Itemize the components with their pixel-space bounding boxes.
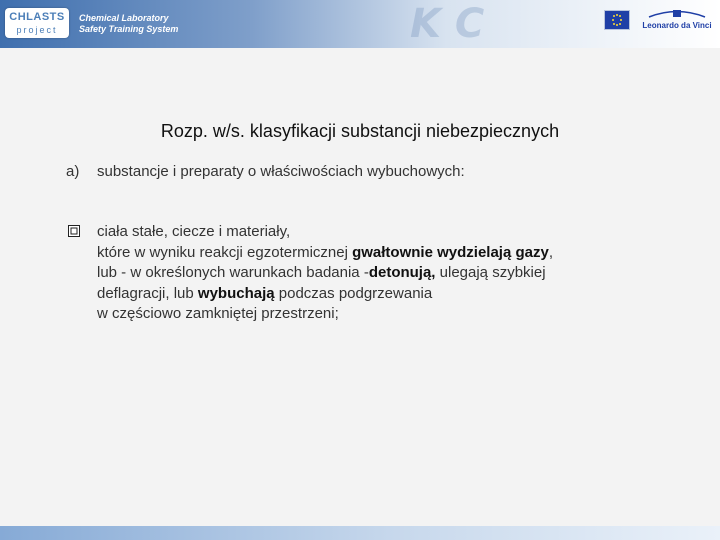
leonardo-da-vinci-logo: Leonardo da Vinci: [640, 6, 714, 40]
logo-line2: project: [16, 25, 58, 35]
paragraph-line-4: deflagracji, lub wybuchają podczas podgr…: [97, 284, 657, 305]
line4-text: deflagracji, lub: [97, 284, 198, 302]
bullet-paragraph: ciała stałe, ciecze i materiały, które w…: [97, 222, 657, 325]
line5-text: w częściowo zamkniętej przestrzeni;: [97, 305, 339, 322]
line1-text: ciała stałe, ciecze i materiały,: [97, 223, 291, 240]
paragraph-line-2: które w wyniku reakcji egzotermicznej gw…: [97, 243, 657, 264]
line3-suffix: ulegają szybkiej: [435, 264, 546, 281]
banner-decoration: K C: [410, 1, 485, 47]
line2-emphasis: gwałtownie wydzielają gazy: [352, 243, 549, 261]
brand-line1: Chemical Laboratory: [79, 13, 169, 23]
paragraph-line-3: lub - w określonych warunkach badania -d…: [97, 263, 657, 284]
line4-suffix: podczas podgrzewania: [274, 284, 433, 302]
line3-text: lub - w określonych warunkach badania -: [97, 264, 369, 281]
chlasts-logo: CHLASTS project: [5, 8, 69, 38]
partner-label: Leonardo da Vinci: [642, 21, 712, 30]
line4-emphasis: wybuchają: [197, 284, 275, 302]
paragraph-line-5: w częściowo zamkniętej przestrzeni;: [97, 304, 657, 325]
footer-bar: [0, 526, 720, 540]
checkbox-bullet-icon: [68, 225, 80, 237]
slide-title: Rozp. w/s. klasyfikacji substancji niebe…: [160, 121, 560, 141]
line3-emphasis: detonują,: [368, 264, 436, 281]
paragraph-line-1: ciała stałe, ciecze i materiały,: [97, 222, 657, 243]
list-item-text: substancje i preparaty o właściwościach …: [97, 163, 465, 180]
logo-line1: CHLASTS: [9, 11, 65, 23]
line2-suffix: ,: [548, 243, 553, 261]
eu-flag-icon: [604, 10, 630, 30]
ldv-mark-icon: [648, 10, 706, 18]
list-marker: a): [66, 163, 80, 180]
header-banner: K C CHLASTS project Chemical Laboratory …: [0, 0, 720, 48]
brand-text: Chemical Laboratory Safety Training Syst…: [79, 13, 178, 35]
brand-line2: Safety Training System: [79, 24, 179, 34]
line2-text: które w wyniku reakcji egzotermicznej: [97, 243, 353, 261]
list-item-a: a) substancje i preparaty o właściwościac…: [66, 163, 465, 180]
